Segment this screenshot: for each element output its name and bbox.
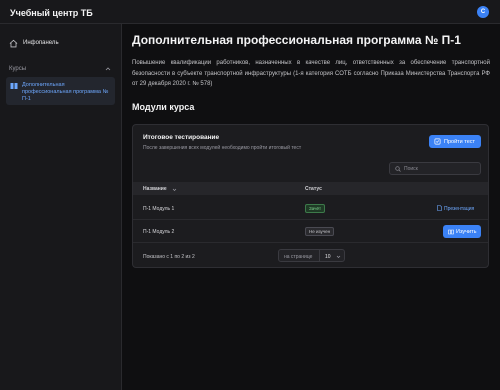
home-icon <box>9 39 18 48</box>
search-icon <box>395 166 401 172</box>
open-book-icon <box>448 229 454 234</box>
module-name: П-1 Модуль 2 <box>143 229 175 235</box>
document-icon <box>437 205 442 211</box>
module-name: П-1 Модуль 1 <box>143 206 175 212</box>
status-badge: Зачёт <box>305 204 326 213</box>
chevron-down-icon <box>336 255 341 258</box>
page-title: Дополнительная профессиональная программ… <box>132 33 461 47</box>
sidebar-item-label: Дополнительная профессиональная программ… <box>22 82 109 102</box>
divider <box>319 250 320 261</box>
column-header-name[interactable]: Название <box>143 186 167 192</box>
status-badge: Не изучен <box>305 227 335 236</box>
user-avatar[interactable]: С <box>477 6 489 18</box>
per-page-value: 10 <box>325 253 331 260</box>
sidebar-item-dashboard[interactable]: Инфопанель <box>6 37 116 51</box>
courses-section-label: Курсы <box>9 66 27 72</box>
search-input[interactable] <box>404 165 478 173</box>
presentation-label: Презентация <box>444 205 475 212</box>
final-test-title: Итоговое тестирование <box>143 134 220 141</box>
table-row: П-1 Модуль 2 Не изучен Изучить <box>133 221 488 243</box>
sidebar: Инфопанель Курсы Дополнительная професси… <box>0 24 122 390</box>
book-icon <box>10 83 18 89</box>
pagination-info: Показано с 1 по 2 из 2 <box>143 254 195 260</box>
study-label: Изучить <box>456 228 477 235</box>
column-header-status: Статус <box>305 186 322 192</box>
final-test-subtitle: После завершения всех модулей необходимо… <box>143 145 302 151</box>
test-icon <box>434 138 441 145</box>
app-title: Учебный центр ТБ <box>10 8 93 18</box>
sort-icon[interactable] <box>172 187 177 192</box>
study-button[interactable]: Изучить <box>443 225 481 238</box>
per-page-select[interactable]: на странице 10 <box>278 249 345 262</box>
sidebar-item-label: Инфопанель <box>23 40 59 46</box>
course-description: Повышение квалификации работников, назна… <box>132 60 490 87</box>
sidebar-item-course[interactable]: Дополнительная профессиональная программ… <box>6 77 115 105</box>
modules-heading: Модули курса <box>132 102 195 112</box>
per-page-label: на странице <box>284 253 313 260</box>
take-test-label: Пройти тест <box>444 138 476 145</box>
top-bar: Учебный центр ТБ С <box>0 0 500 24</box>
table-header: Название Статус <box>133 182 488 195</box>
chevron-up-icon[interactable] <box>105 66 111 72</box>
table-row: П-1 Модуль 1 Зачёт Презентация <box>133 198 488 220</box>
modules-card: Итоговое тестирование После завершения в… <box>132 124 489 268</box>
take-test-button[interactable]: Пройти тест <box>429 135 481 148</box>
search-box <box>389 162 481 175</box>
